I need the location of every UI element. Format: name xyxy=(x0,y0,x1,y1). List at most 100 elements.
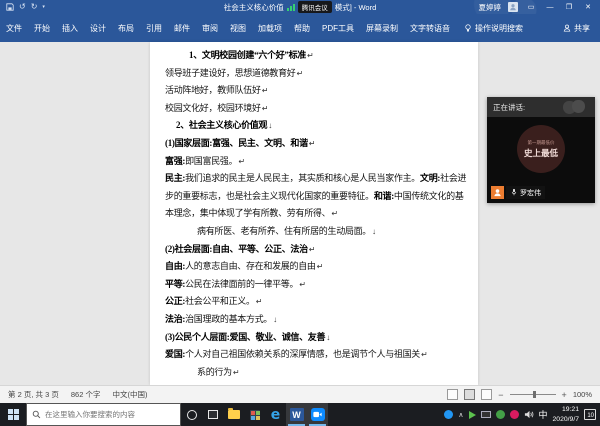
doc-text-segment: 社会进 xyxy=(440,173,466,183)
user-name[interactable]: 夏婷婷 xyxy=(479,2,502,13)
store-icon xyxy=(250,410,260,420)
word-count[interactable]: 862 个字 xyxy=(71,389,101,400)
page-indicator[interactable]: 第 2 页, 共 3 页 xyxy=(8,389,59,400)
doc-text-segment: 步的重要标志，也是社会主义现代化国家的重要特征。 xyxy=(165,191,374,201)
doc-text-segment: 个人对自己祖国依赖关系的深厚情感，也是调节个人与祖国关 xyxy=(185,349,420,359)
paragraph-mark: ↵ xyxy=(262,86,268,95)
print-layout-icon[interactable] xyxy=(464,389,475,400)
customize-qat-icon[interactable]: ▾ xyxy=(42,5,45,10)
zoom-slider-thumb[interactable] xyxy=(533,391,536,398)
ribbon-tab[interactable]: 邮件 xyxy=(168,14,196,42)
ribbon-tab[interactable]: PDF工具 xyxy=(316,14,360,42)
meeting-panel[interactable]: 正在讲话: 第一期最低价 史上最低 罗宏伟 xyxy=(487,97,595,203)
display-tray-icon[interactable] xyxy=(481,411,491,418)
zoom-level[interactable]: 100% xyxy=(573,390,592,399)
meeting-badge[interactable]: 腾讯会议 xyxy=(298,1,332,13)
video-tile[interactable]: 第一期最低价 史上最低 罗宏伟 xyxy=(487,117,595,203)
ribbon-tab[interactable]: 文件 xyxy=(0,14,28,42)
doc-line: 富强:即国富民强。↵ xyxy=(165,153,478,171)
cortana-button[interactable] xyxy=(181,403,202,426)
doc-text-segment: (3)公民个人层面:爱国、敬业、诚信、友善 xyxy=(165,332,325,342)
ribbon-tab[interactable]: 引用 xyxy=(140,14,168,42)
zoom-slider[interactable] xyxy=(510,394,556,395)
redo-icon[interactable]: ↻ xyxy=(31,3,38,11)
ime-indicator[interactable]: 中 xyxy=(539,408,548,421)
doc-text-segment: 1、文明校园创建“六个好”标准 xyxy=(189,50,306,60)
lightbulb-icon xyxy=(464,24,472,33)
paragraph-mark: ↵ xyxy=(299,280,305,289)
document-page[interactable]: 1、文明校园创建“六个好”标准↵领导班子建设好，思想道德教育好↵活动阵地好，教师… xyxy=(150,42,478,385)
taskbar-clock[interactable]: 19:21 2020/9/7 xyxy=(553,405,579,423)
ribbon-tab[interactable]: 视图 xyxy=(224,14,252,42)
meeting-panel-header[interactable]: 正在讲话: xyxy=(487,97,595,117)
save-icon[interactable] xyxy=(6,3,14,11)
file-explorer-button[interactable] xyxy=(223,403,244,426)
speaker-icon[interactable] xyxy=(524,410,534,419)
edge-button[interactable]: e xyxy=(265,403,286,426)
avatar-text: 史上最低 xyxy=(524,147,558,159)
ribbon-display-options-icon[interactable]: ▭ xyxy=(525,3,537,11)
paragraph-mark: ↵ xyxy=(262,104,268,113)
zoom-in-button[interactable]: + xyxy=(562,390,567,400)
paragraph-mark: ↵ xyxy=(307,51,313,60)
language-indicator[interactable]: 中文(中国) xyxy=(112,389,147,400)
web-layout-icon[interactable] xyxy=(481,389,492,400)
ribbon-tab[interactable]: 屏幕录制 xyxy=(360,14,404,42)
doc-line: 法治:治国理政的基本方式。↓ xyxy=(165,311,478,329)
doc-text-segment: 2、社会主义核心价值观 xyxy=(176,120,267,130)
ribbon-tab[interactable]: 设计 xyxy=(84,14,112,42)
minimize-button[interactable]: — xyxy=(544,4,556,11)
close-button[interactable]: ✕ xyxy=(582,3,594,11)
doc-line: 活动阵地好，教师队伍好↵ xyxy=(165,82,478,100)
ribbon-tab[interactable]: 加载项 xyxy=(252,14,288,42)
word-taskbar-button[interactable]: W xyxy=(286,403,307,426)
doc-text-segment: 即国富民强。 xyxy=(185,156,237,166)
ribbon-tab[interactable]: 开始 xyxy=(28,14,56,42)
doc-line: 爱国:个人对自己祖国依赖关系的深厚情感，也是调节个人与祖国关↵ xyxy=(165,346,478,364)
meeting-taskbar-button[interactable] xyxy=(307,403,328,426)
tell-me-box[interactable]: 操作说明搜索 xyxy=(456,23,531,34)
zoom-out-button[interactable]: − xyxy=(498,390,503,400)
doc-line: (2)社会层面:自由、平等、公正、法治↵ xyxy=(165,241,478,259)
restore-button[interactable]: ❐ xyxy=(563,3,575,11)
show-hidden-icons-chevron[interactable]: ∧ xyxy=(458,411,463,419)
doc-line: 本理念，集中体现了学有所教、劳有所得、↵ xyxy=(165,205,478,223)
undo-icon[interactable]: ↺ xyxy=(19,3,26,11)
task-view-button[interactable] xyxy=(202,403,223,426)
document-area: 1、文明校园创建“六个好”标准↵领导班子建设好，思想道德教育好↵活动阵地好，教师… xyxy=(0,42,600,385)
ribbon-tab[interactable]: 插入 xyxy=(56,14,84,42)
read-mode-icon[interactable] xyxy=(447,389,458,400)
ribbon-tab[interactable]: 文字转语音 xyxy=(404,14,456,42)
window-controls: 夏婷婷 ▭ — ❐ ✕ xyxy=(479,2,600,13)
store-button[interactable] xyxy=(244,403,265,426)
ribbon-tab[interactable]: 帮助 xyxy=(288,14,316,42)
system-tray: ∧ 中 19:21 2020/9/7 10 xyxy=(444,403,600,426)
user-avatar[interactable] xyxy=(508,2,518,12)
paragraph-mark: ↵ xyxy=(317,262,323,271)
action-center-icon[interactable]: 10 xyxy=(584,409,596,420)
qq-tray-icon[interactable] xyxy=(444,410,453,419)
search-input[interactable] xyxy=(45,410,175,419)
green-app-tray-icon[interactable] xyxy=(496,410,505,419)
paragraph-mark: ↵ xyxy=(309,245,315,254)
media-player-tray-icon[interactable] xyxy=(469,411,476,419)
doc-text-segment: 公民在法律面前的一律平等。 xyxy=(185,279,298,289)
share-button[interactable]: 共享 xyxy=(563,23,600,34)
paragraph-mark: ↓ xyxy=(273,315,277,324)
ribbon-tab-row: 文件开始插入设计布局引用邮件审阅视图加载项帮助PDF工具屏幕录制文字转语音 操作… xyxy=(0,14,600,42)
pink-app-tray-icon[interactable] xyxy=(510,410,519,419)
paragraph-mark: ↵ xyxy=(238,157,244,166)
doc-line: 2、社会主义核心价值观↓ xyxy=(165,117,478,135)
title-suffix-text: 模式] - Word xyxy=(335,2,377,13)
tencent-meeting-icon xyxy=(311,408,325,421)
paragraph-mark: ↵ xyxy=(233,368,239,377)
paragraph-mark: ↵ xyxy=(309,139,315,148)
doc-text-segment: 文明: xyxy=(420,173,440,183)
start-button[interactable] xyxy=(0,403,26,426)
network-signal-icon xyxy=(287,4,295,11)
ribbon-tab[interactable]: 布局 xyxy=(112,14,140,42)
taskbar-search[interactable] xyxy=(26,403,181,426)
word-icon: W xyxy=(290,408,304,421)
ribbon-tab[interactable]: 审阅 xyxy=(196,14,224,42)
doc-line: 系的行为↵ xyxy=(165,364,478,382)
